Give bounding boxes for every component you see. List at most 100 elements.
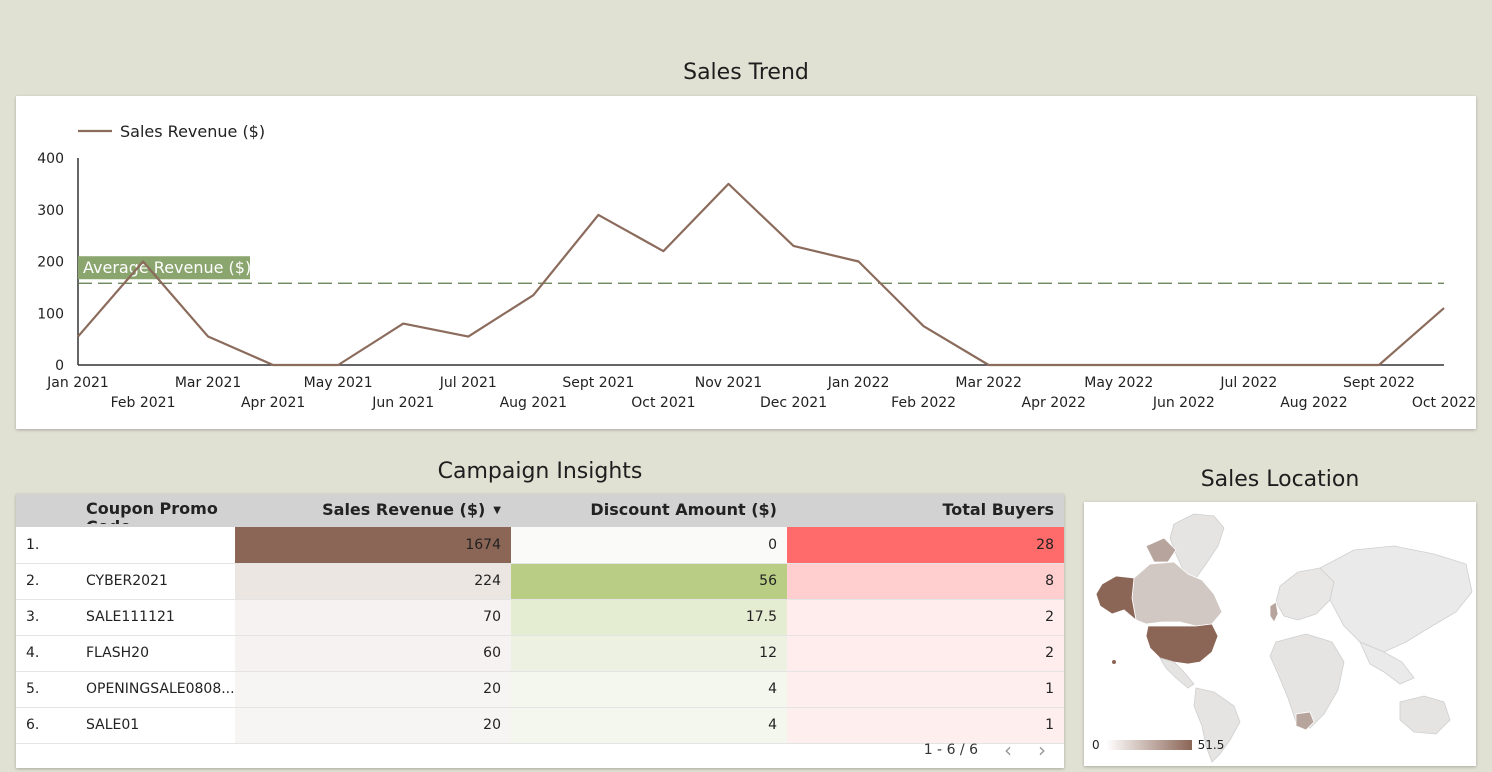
sales-revenue-cell: 20 [235,671,511,707]
sort-desc-icon: ▼ [493,505,501,516]
table-row[interactable]: 6. SALE01 20 4 1 [16,707,1064,743]
column-header-sales-revenue[interactable]: Sales Revenue ($) ▼ [235,494,511,527]
index-header [16,494,76,527]
campaign-insights-table-card: Coupon Promo Code Sales Revenue ($)▼ Dis… [16,494,1064,768]
data-point[interactable] [1116,362,1122,368]
map-region-hawaii[interactable] [1112,660,1116,664]
discount-amount-cell: 0 [511,527,787,563]
x-tick-label: Mar 2021 [175,375,242,391]
x-tick-label: May 2022 [1084,375,1153,391]
x-tick-label: Feb 2021 [111,395,176,411]
data-point[interactable] [140,259,146,265]
data-point[interactable] [1376,362,1382,368]
campaign-insights-table: Coupon Promo Code Sales Revenue ($)▼ Dis… [16,494,1064,744]
x-tick-label: Jul 2022 [1219,375,1277,391]
sales-revenue-cell: 224 [235,563,511,599]
x-tick-label: Apr 2022 [1022,395,1086,411]
table-row[interactable]: 2. CYBER2021 224 56 8 [16,563,1064,599]
x-tick-label: Mar 2022 [955,375,1022,391]
total-buyers-cell: 28 [787,527,1064,563]
total-buyers-cell: 1 [787,707,1064,743]
table-row[interactable]: 4. FLASH20 60 12 2 [16,635,1064,671]
x-tick-label: May 2021 [304,375,373,391]
map-region-asia[interactable] [1319,545,1473,653]
data-point[interactable] [1246,362,1252,368]
coupon-code-cell: SALE01 [86,717,140,733]
data-point[interactable] [1181,362,1187,368]
x-tick-label: Apr 2021 [241,395,305,411]
row-index: 2. [26,573,40,589]
table-row[interactable]: 5. OPENINGSALE0808... 20 4 1 [16,671,1064,707]
sales-trend-title: Sales Trend [683,60,809,85]
data-point[interactable] [725,181,731,187]
total-buyers-cell: 8 [787,563,1064,599]
map-region-canada[interactable] [1131,561,1223,627]
data-point[interactable] [791,243,797,249]
x-tick-label: Sept 2022 [1343,375,1415,391]
data-point[interactable] [986,362,992,368]
table-row[interactable]: 3. SALE111121 70 17.5 2 [16,599,1064,635]
x-tick-label: Jan 2021 [46,375,109,391]
map-region-alaska[interactable] [1095,575,1137,622]
world-map[interactable] [1084,502,1476,766]
data-point[interactable] [1311,362,1317,368]
sales-location-title: Sales Location [1200,467,1360,492]
data-point[interactable] [921,323,927,329]
map-legend-min: 0 [1092,738,1100,752]
data-point[interactable] [595,212,601,218]
data-point[interactable] [465,334,471,340]
sales-revenue-cell: 70 [235,599,511,635]
table-row[interactable]: 1. 1674 0 28 [16,527,1064,563]
data-point[interactable] [335,362,341,368]
y-tick-label: 200 [37,255,64,271]
total-buyers-cell: 2 [787,599,1064,635]
sales-revenue-cell: 20 [235,707,511,743]
data-point[interactable] [75,334,81,340]
x-tick-label: Jun 2021 [371,395,434,411]
total-buyers-cell: 1 [787,671,1064,707]
x-tick-label: Aug 2021 [500,395,567,411]
coupon-code-cell [76,527,235,563]
data-point[interactable] [205,334,211,340]
table-header-row: Coupon Promo Code Sales Revenue ($)▼ Dis… [16,494,1064,527]
x-tick-label: Nov 2021 [695,375,762,391]
sales-revenue-line[interactable] [77,182,1445,367]
row-index: 6. [26,717,40,733]
sales-revenue-cell: 60 [235,635,511,671]
data-point[interactable] [1051,362,1057,368]
y-tick-label: 300 [37,203,64,219]
row-index: 3. [26,609,40,625]
coupon-code-cell: FLASH20 [86,645,149,661]
x-tick-label: Jul 2021 [439,375,497,391]
row-index: 1. [26,536,40,553]
sales-location-map-card[interactable]: 0 51.5 [1084,502,1476,766]
chevron-left-icon[interactable]: ‹ [1004,740,1012,760]
map-region-australia[interactable] [1399,695,1451,735]
map-region-south-africa[interactable] [1295,711,1315,731]
map-region-usa[interactable] [1145,623,1219,665]
column-header-total-buyers[interactable]: Total Buyers [787,494,1064,527]
map-region-uk[interactable] [1269,601,1279,623]
chevron-right-icon[interactable]: › [1038,740,1046,760]
x-tick-label: Sept 2021 [562,375,634,391]
x-tick-label: Feb 2022 [891,395,956,411]
column-header-coupon-code[interactable]: Coupon Promo Code [76,494,235,527]
map-legend-max: 51.5 [1197,738,1225,752]
data-point[interactable] [530,292,536,298]
y-tick-label: 100 [37,306,64,322]
discount-amount-cell: 12 [511,635,787,671]
sales-revenue-cell: 1674 [235,527,511,563]
data-point[interactable] [270,362,276,368]
legend-label-sales-revenue[interactable]: Sales Revenue ($) [120,122,265,141]
data-point[interactable] [400,321,406,327]
data-point[interactable] [1441,305,1447,311]
discount-amount-cell: 56 [511,563,787,599]
table-pagination: 1 - 6 / 6 ‹ › [924,740,1046,760]
x-tick-label: Dec 2021 [760,395,827,411]
sales-trend-chart-card[interactable]: 0 100 200 300 400 Jan 2021 Feb 2021 Mar 2021 Apr… [16,96,1476,429]
column-header-discount-amount[interactable]: Discount Amount ($) [511,494,787,527]
coupon-code-cell: OPENINGSALE0808... [86,681,235,697]
map-region-europe[interactable] [1275,567,1335,621]
data-point[interactable] [856,259,862,265]
data-point[interactable] [660,248,666,254]
